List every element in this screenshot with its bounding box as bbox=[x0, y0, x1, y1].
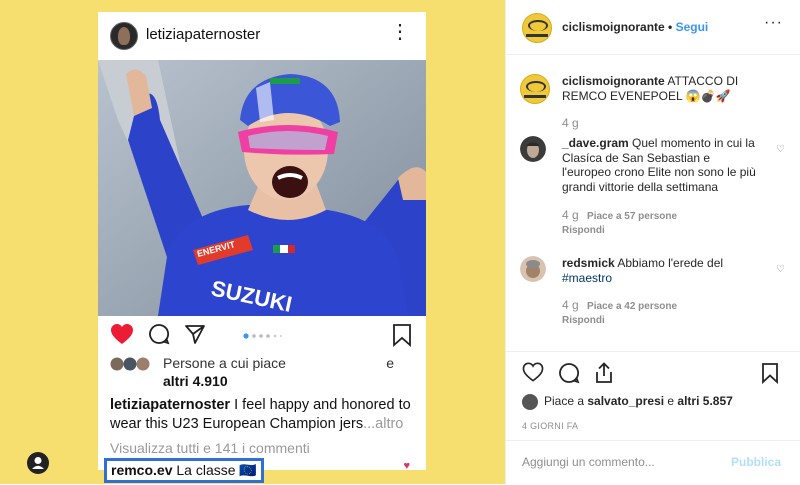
user-icon[interactable] bbox=[27, 452, 49, 474]
heart-icon[interactable]: ♡ bbox=[776, 144, 785, 155]
comments-panel: ciclismoignorante • Segui ··· ciclismoig… bbox=[505, 0, 800, 484]
likes-text: Persone a cui piace bbox=[163, 355, 286, 371]
avatar[interactable] bbox=[520, 74, 550, 104]
likes-count: altri 4.910 bbox=[163, 373, 228, 389]
comment-likes[interactable]: Piace a 42 persone bbox=[587, 301, 677, 312]
bookmark-icon[interactable] bbox=[761, 362, 779, 384]
header-username[interactable]: ciclismoignorante bbox=[562, 20, 665, 34]
comment-time: 4 g bbox=[562, 208, 579, 222]
avatar[interactable] bbox=[522, 13, 552, 43]
avatar bbox=[522, 394, 538, 410]
cyclist-illustration: ENERVIT SUZUKI bbox=[98, 60, 426, 316]
more-icon: ⋮ bbox=[390, 21, 410, 43]
heart-icon[interactable]: ♡ bbox=[776, 264, 785, 275]
avatar[interactable] bbox=[520, 256, 546, 282]
view-all-comments: Visualizza tutti e 141 i commenti bbox=[110, 440, 310, 456]
likes-and: e bbox=[386, 355, 394, 371]
comment-time: 4 g bbox=[562, 116, 579, 130]
likes-middle: e bbox=[664, 394, 678, 409]
reply-button[interactable]: Rispondi bbox=[562, 315, 677, 326]
carousel-dots bbox=[243, 333, 282, 339]
hashtag-link[interactable]: #maestro bbox=[562, 271, 612, 285]
add-comment-bar: Aggiungi un commento... Pubblica bbox=[506, 440, 800, 485]
cyclist-photo: ENERVIT SUZUKI bbox=[98, 60, 426, 316]
header-user: ciclismoignorante • Segui bbox=[562, 20, 708, 34]
comment-thread[interactable]: ciclismoignorante ATTACCO DI REMCO EVENE… bbox=[506, 54, 800, 350]
embedded-caption: letiziapaternoster I feel happy and hono… bbox=[110, 396, 416, 434]
comment-input[interactable]: Aggiungi un commento... bbox=[522, 455, 702, 469]
post-date: 4 GIORNI FA bbox=[522, 421, 579, 431]
highlighted-comment: remco.ev La classe 🇪🇺 bbox=[104, 458, 264, 483]
avatar[interactable] bbox=[520, 136, 546, 162]
comment-text: ciclismoignorante ATTACCO DI REMCO EVENE… bbox=[562, 74, 760, 103]
likes-prefix: Piace a bbox=[544, 394, 588, 409]
comment-icon[interactable] bbox=[558, 362, 580, 384]
comment-meta: 4 g Piace a 57 persone Rispondi bbox=[562, 208, 677, 236]
comment-time: 4 g bbox=[562, 298, 579, 312]
caption-more: ...altro bbox=[363, 416, 404, 432]
likes-user[interactable]: salvato_presi bbox=[587, 394, 664, 408]
more-icon[interactable]: ··· bbox=[764, 14, 783, 32]
embedded-post-header: letiziapaternoster ⋮ bbox=[98, 12, 426, 58]
publish-button[interactable]: Pubblica bbox=[731, 455, 781, 469]
comment-meta: 4 g Piace a 42 persone Rispondi bbox=[562, 298, 677, 326]
reply-button[interactable]: Rispondi bbox=[562, 225, 677, 236]
avatar bbox=[110, 22, 138, 50]
comment-username[interactable]: ciclismoignorante bbox=[562, 74, 665, 88]
follow-button[interactable]: Segui bbox=[676, 20, 709, 34]
post-header: ciclismoignorante • Segui ··· bbox=[506, 0, 800, 55]
bookmark-icon bbox=[393, 324, 411, 347]
comment-body: Abbiamo l'erede del bbox=[614, 256, 724, 270]
share-icon bbox=[185, 325, 205, 344]
embedded-post-screenshot: letiziapaternoster ⋮ ENERVIT SUZUKI Pers… bbox=[98, 12, 426, 483]
likes-summary: Piace a salvato_presi e altri 5.857 bbox=[522, 394, 733, 410]
caption-username: letiziapaternoster bbox=[110, 397, 231, 413]
embedded-username: letiziapaternoster bbox=[146, 26, 261, 43]
likes-others[interactable]: altri 5.857 bbox=[677, 394, 732, 408]
comment-text: _dave.gram Quel momento in cui la Clasíc… bbox=[562, 136, 760, 194]
comment-likes[interactable]: Piace a 57 persone bbox=[587, 211, 677, 222]
embedded-post-actions bbox=[98, 318, 426, 354]
heart-icon bbox=[111, 324, 133, 344]
comment-username[interactable]: _dave.gram bbox=[562, 136, 629, 150]
comment-text: redsmick Abbiamo l'erede del #maestro bbox=[562, 256, 760, 285]
highlighted-comment-text: La classe 🇪🇺 bbox=[172, 462, 257, 478]
user-silhouette bbox=[32, 457, 44, 469]
heart-icon: ♥ bbox=[403, 460, 410, 472]
post-actions bbox=[506, 351, 800, 392]
post-image-area: letiziapaternoster ⋮ ENERVIT SUZUKI Pers… bbox=[0, 0, 505, 484]
comment-username[interactable]: redsmick bbox=[562, 256, 615, 270]
heart-icon[interactable] bbox=[522, 362, 544, 382]
comment-meta: 4 g bbox=[562, 116, 579, 130]
header-separator: • bbox=[664, 20, 676, 34]
highlighted-comment-user: remco.ev bbox=[111, 462, 173, 478]
share-icon[interactable] bbox=[594, 362, 614, 384]
liker-avatars bbox=[110, 357, 150, 371]
comment-icon bbox=[149, 324, 170, 345]
